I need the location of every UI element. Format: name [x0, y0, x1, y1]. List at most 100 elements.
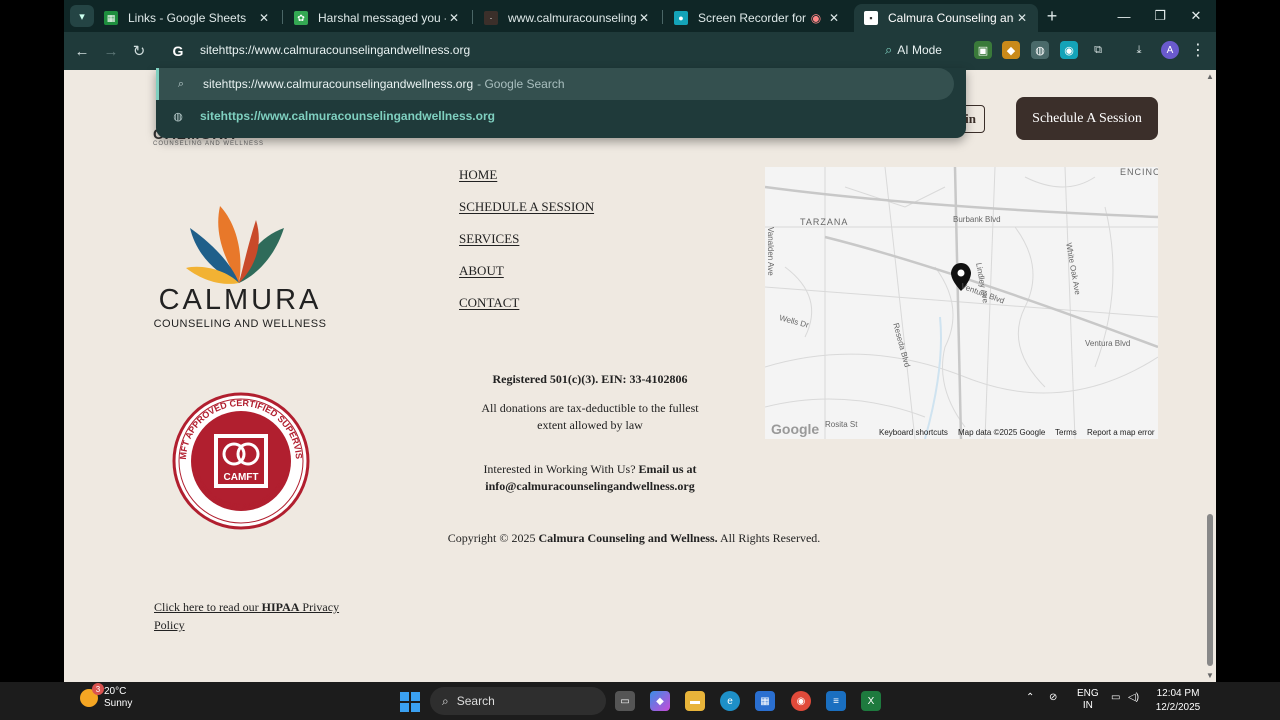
schedule-session-button[interactable]: Schedule A Session	[1016, 97, 1158, 140]
scrollbar-thumb[interactable]	[1207, 514, 1213, 666]
scroll-down-icon[interactable]: ▼	[1206, 671, 1214, 680]
footer-nav-schedule[interactable]: SCHEDULE A SESSION	[459, 199, 594, 215]
language-indicator[interactable]: ENG IN	[1077, 688, 1099, 712]
tab-chat[interactable]: ✿ Harshal messaged you - Chat ✕	[284, 4, 470, 32]
extensions-puzzle-icon[interactable]: ⧉	[1089, 41, 1107, 59]
camft-badge-icon: CAMFT APPROVED CERTIFIED SUPERVISOR GOES…	[172, 392, 310, 530]
search-icon: ⌕	[442, 693, 449, 708]
copyright-suffix: All Rights Reserved.	[717, 531, 821, 545]
close-icon[interactable]: ✕	[826, 10, 842, 26]
recorder-icon: ●	[674, 11, 688, 25]
sheets-icon: ▦	[104, 11, 118, 25]
email-link[interactable]: info@calmuracounselingandwellness.org	[485, 479, 695, 493]
omnibox-suggestions: ⌕ sitehttps://www.calmuracounselingandwe…	[156, 68, 966, 138]
taskbar-search[interactable]: ⌕ Search	[430, 687, 606, 715]
download-icon[interactable]: ⤓	[1130, 41, 1148, 59]
weather-widget[interactable]: 3 20°C Sunny	[80, 683, 133, 710]
notepad-icon[interactable]: ≡	[826, 691, 846, 711]
close-icon[interactable]: ✕	[1014, 10, 1030, 26]
tab-title: Screen Recorder for Googl	[698, 11, 808, 25]
map-label: Burbank Blvd	[953, 215, 1001, 224]
address-bar[interactable]: sitehttps://www.calmuracounselingandwell…	[200, 43, 470, 57]
network-icon[interactable]: ⊘	[1049, 692, 1057, 703]
edge-icon[interactable]: e	[720, 691, 740, 711]
badge-center-text: CAMFT	[224, 472, 259, 483]
report-map-error-link[interactable]: Report a map error	[1087, 428, 1155, 437]
calmura-leaf-logo-icon	[186, 206, 284, 284]
keyboard-shortcuts-link[interactable]: Keyboard shortcuts	[879, 428, 948, 437]
chrome-icon[interactable]: ◉	[791, 691, 811, 711]
google-map[interactable]: TARZANA Burbank Blvd Lindley Ave White O…	[765, 167, 1158, 439]
windows-taskbar: 3 20°C Sunny ⌕ Search ▭ ◆ ▬ e ▦ ◉ ≡ X ⌃ …	[0, 682, 1280, 720]
footer-nav-home[interactable]: HOME	[459, 167, 497, 183]
close-icon[interactable]: ✕	[636, 10, 652, 26]
file-explorer-icon[interactable]: ▬	[685, 691, 705, 711]
work-prefix: Interested in Working With Us?	[483, 462, 639, 476]
footer-nav-contact[interactable]: CONTACT	[459, 295, 519, 311]
extension-recorder-icon[interactable]: ◉	[1060, 41, 1078, 59]
reload-button[interactable]: ↻	[128, 40, 150, 62]
display-icon[interactable]: ▭	[1111, 692, 1120, 703]
tab-divider	[282, 10, 283, 24]
close-icon[interactable]: ✕	[446, 10, 462, 26]
suggestion-text: sitehttps://www.calmuracounselingandwell…	[203, 77, 474, 91]
profile-avatar[interactable]: A	[1161, 41, 1179, 59]
footer-nav-about[interactable]: ABOUT	[459, 263, 504, 279]
brand-subtitle: COUNSELING AND WELLNESS	[153, 318, 327, 330]
scroll-up-icon[interactable]: ▲	[1206, 72, 1214, 81]
back-button[interactable]: ←	[71, 40, 93, 62]
map-label: Vanalden Ave	[766, 227, 775, 276]
restore-button[interactable]: ❐	[1142, 0, 1178, 32]
windows-start-icon[interactable]	[400, 692, 420, 712]
ai-search-icon: ⌕	[885, 42, 893, 57]
volume-icon[interactable]: ◁)	[1128, 692, 1139, 703]
weather-condition: Sunny	[104, 698, 133, 709]
suggestion-hint: - Google Search	[477, 77, 565, 91]
map-roads	[765, 167, 1158, 439]
forward-button[interactable]: →	[100, 40, 122, 62]
footer-nav-services[interactable]: SERVICES	[459, 231, 519, 247]
tab-calmura-active[interactable]: ▪ Calmura Counseling and Welln ✕	[854, 4, 1038, 32]
page-icon: ▪	[864, 11, 878, 25]
taskbar-search-label: Search	[456, 694, 495, 708]
new-tab-button[interactable]: +	[1042, 6, 1062, 26]
ai-mode-button[interactable]: ⌕ AI Mode	[877, 39, 950, 61]
map-label: TARZANA	[800, 217, 849, 227]
google-map-logo: Google	[771, 421, 820, 437]
extension-coupon-icon[interactable]: ◆	[1002, 41, 1020, 59]
tab-title: www.calmuracounselingandwe	[508, 11, 636, 25]
tray-expand-icon[interactable]: ⌃	[1026, 692, 1034, 703]
hipaa-policy-link[interactable]: Click here to read our HIPAA Privacy Pol…	[154, 598, 354, 634]
tab-title: Harshal messaged you - Chat	[318, 11, 446, 25]
tab-calmura-site[interactable]: · www.calmuracounselingandwe ✕	[474, 4, 660, 32]
recording-icon: ◉	[810, 11, 822, 25]
tab-screen-recorder[interactable]: ● Screen Recorder for Googl ◉ ✕	[664, 4, 850, 32]
suggestion-text: sitehttps://www.calmuracounselingandwell…	[200, 109, 495, 123]
lang-top: ENG	[1077, 688, 1099, 699]
extension-wallet-icon[interactable]: ▣	[974, 41, 992, 59]
tab-title: Calmura Counseling and Welln	[888, 11, 1014, 25]
task-view-icon[interactable]: ▭	[615, 691, 635, 711]
suggestion-search[interactable]: ⌕ sitehttps://www.calmuracounselingandwe…	[156, 68, 954, 100]
excel-icon[interactable]: X	[861, 691, 881, 711]
store-icon[interactable]: ▦	[755, 691, 775, 711]
sun-icon: 3	[80, 683, 104, 707]
taskbar-clock[interactable]: 12:04 PM 12/2/2025	[1150, 687, 1206, 715]
weather-badge: 3	[92, 683, 104, 695]
close-icon[interactable]: ✕	[256, 10, 272, 26]
extension-globe-icon[interactable]: ◍	[1031, 41, 1049, 59]
tab-google-sheets[interactable]: ▦ Links - Google Sheets ✕	[94, 4, 280, 32]
donation-text: All donations are tax-deductible to the …	[481, 401, 699, 432]
map-label: ENCINO	[1120, 167, 1158, 177]
window-close-button[interactable]: ✕	[1178, 0, 1214, 32]
chat-icon: ✿	[294, 11, 308, 25]
page-scrollbar[interactable]: ▲ ▼	[1204, 70, 1216, 682]
copilot-icon[interactable]: ◆	[650, 691, 670, 711]
tab-strip: ▾ ▦ Links - Google Sheets ✕ ✿ Harshal me…	[64, 0, 1216, 32]
globe-icon: ◍	[173, 110, 183, 123]
suggestion-url[interactable]: ◍ sitehttps://www.calmuracounselingandwe…	[156, 100, 954, 132]
terms-link[interactable]: Terms	[1055, 428, 1077, 437]
browser-menu-icon[interactable]: ⋮	[1190, 41, 1206, 59]
tab-search-button[interactable]: ▾	[70, 5, 94, 27]
minimize-button[interactable]: —	[1106, 0, 1142, 32]
